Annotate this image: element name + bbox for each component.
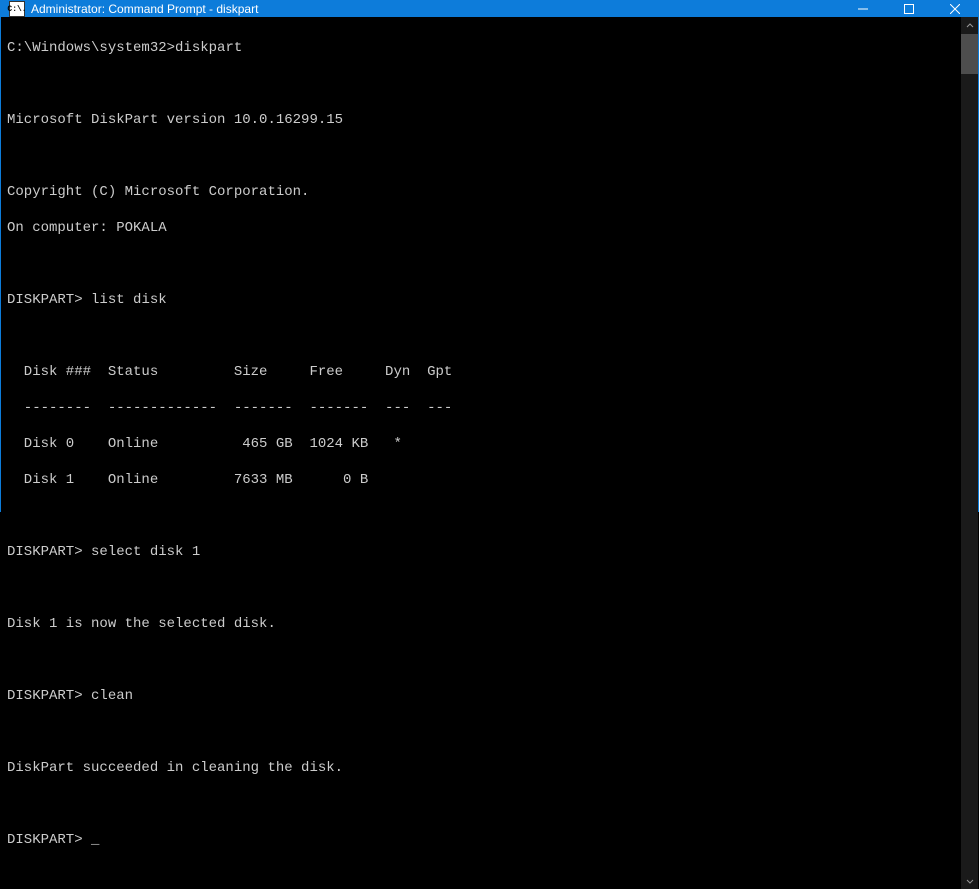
window-controls <box>840 1 978 17</box>
command-text: select disk 1 <box>91 544 200 560</box>
diskpart-prompt: DISKPART> <box>7 292 83 308</box>
command-text: list disk <box>91 292 167 308</box>
terminal-output[interactable]: C:\Windows\system32>diskpart Microsoft D… <box>1 17 961 889</box>
blank-line <box>7 795 955 813</box>
blank-line <box>7 579 955 597</box>
app-icon: C:\. <box>9 1 25 17</box>
computer-line: On computer: POKALA <box>7 219 955 237</box>
minimize-button[interactable] <box>840 1 886 17</box>
diskpart-prompt: DISKPART> <box>7 832 83 848</box>
table-divider: -------- ------------- ------- ------- -… <box>7 399 955 417</box>
diskpart-prompt: DISKPART> <box>7 688 83 704</box>
scroll-thumb[interactable] <box>961 34 978 74</box>
blank-line <box>7 327 955 345</box>
output-message: Disk 1 is now the selected disk. <box>7 615 955 633</box>
vertical-scrollbar[interactable] <box>961 17 978 889</box>
table-row: Disk 1 Online 7633 MB 0 B <box>7 471 955 489</box>
cursor[interactable]: _ <box>91 832 99 848</box>
blank-line <box>7 255 955 273</box>
version-line: Microsoft DiskPart version 10.0.16299.15 <box>7 111 955 129</box>
blank-line <box>7 75 955 93</box>
prompt: C:\Windows\system32> <box>7 40 175 56</box>
scroll-up-arrow-icon[interactable] <box>961 17 978 34</box>
output-message: DiskPart succeeded in cleaning the disk. <box>7 759 955 777</box>
blank-line <box>7 147 955 165</box>
scroll-down-arrow-icon[interactable] <box>961 872 978 889</box>
copyright-line: Copyright (C) Microsoft Corporation. <box>7 183 955 201</box>
table-row: Disk 0 Online 465 GB 1024 KB * <box>7 435 955 453</box>
table-header: Disk ### Status Size Free Dyn Gpt <box>7 363 955 381</box>
blank-line <box>7 507 955 525</box>
command-text: diskpart <box>175 40 242 56</box>
command-text: clean <box>91 688 133 704</box>
window-title: Administrator: Command Prompt - diskpart <box>31 2 840 16</box>
terminal-area: C:\Windows\system32>diskpart Microsoft D… <box>1 17 978 889</box>
maximize-button[interactable] <box>886 1 932 17</box>
command-prompt-window: C:\. Administrator: Command Prompt - dis… <box>0 0 979 512</box>
blank-line <box>7 651 955 669</box>
close-button[interactable] <box>932 1 978 17</box>
titlebar[interactable]: C:\. Administrator: Command Prompt - dis… <box>1 1 978 17</box>
blank-line <box>7 723 955 741</box>
diskpart-prompt: DISKPART> <box>7 544 83 560</box>
